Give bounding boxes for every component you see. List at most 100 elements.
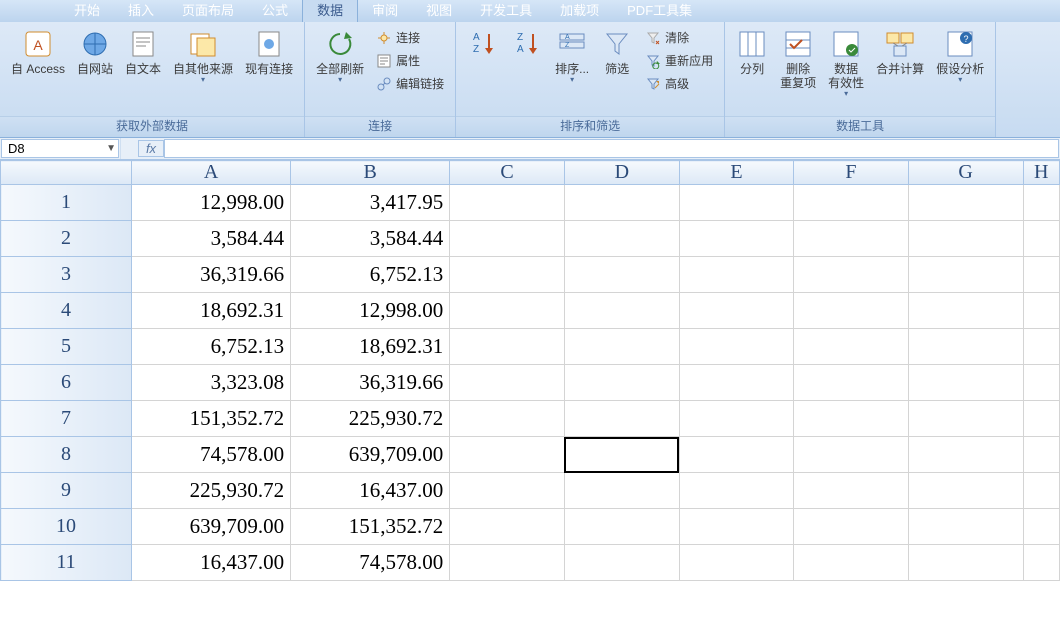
row-header-5[interactable]: 5	[1, 329, 132, 365]
cell-B8[interactable]: 639,709.00	[291, 437, 450, 473]
cell-D10[interactable]	[564, 509, 679, 545]
data-validation-button[interactable]: 数据 有效性▾	[823, 24, 869, 99]
advanced-filter-button[interactable]: 高级	[640, 72, 718, 95]
cell-C6[interactable]	[450, 365, 565, 401]
refresh-all-button[interactable]: 全部刷新▾	[311, 24, 369, 85]
cell-A7[interactable]: 151,352.72	[132, 401, 291, 437]
cell-C2[interactable]	[450, 221, 565, 257]
from-web-button[interactable]: 自网站	[72, 24, 118, 77]
cell-C7[interactable]	[450, 401, 565, 437]
cell-G5[interactable]	[908, 329, 1023, 365]
column-header-H[interactable]: H	[1023, 161, 1059, 185]
cell-A6[interactable]: 3,323.08	[132, 365, 291, 401]
cell-B5[interactable]: 18,692.31	[291, 329, 450, 365]
cell-E6[interactable]	[679, 365, 794, 401]
cell-D8[interactable]	[564, 437, 679, 473]
tab-PDF工具集[interactable]: PDF工具集	[613, 0, 706, 22]
whatif-button[interactable]: ?假设分析▾	[931, 24, 989, 85]
cell-B3[interactable]: 6,752.13	[291, 257, 450, 293]
tab-插入[interactable]: 插入	[114, 0, 168, 22]
cell-E2[interactable]	[679, 221, 794, 257]
cell-D7[interactable]	[564, 401, 679, 437]
cell-F6[interactable]	[794, 365, 908, 401]
tab-开始[interactable]: 开始	[60, 0, 114, 22]
cell-H4[interactable]	[1023, 293, 1059, 329]
cell-D5[interactable]	[564, 329, 679, 365]
cell-F3[interactable]	[794, 257, 908, 293]
column-header-C[interactable]: C	[450, 161, 565, 185]
cell-A8[interactable]: 74,578.00	[132, 437, 291, 473]
cell-A11[interactable]: 16,437.00	[132, 545, 291, 581]
cell-C9[interactable]	[450, 473, 565, 509]
row-header-10[interactable]: 10	[1, 509, 132, 545]
cell-H10[interactable]	[1023, 509, 1059, 545]
cell-C3[interactable]	[450, 257, 565, 293]
cell-E8[interactable]	[679, 437, 794, 473]
cell-B4[interactable]: 12,998.00	[291, 293, 450, 329]
cell-D3[interactable]	[564, 257, 679, 293]
tab-视图[interactable]: 视图	[412, 0, 466, 22]
cell-D1[interactable]	[564, 185, 679, 221]
from-access-button[interactable]: A自 Access	[6, 24, 70, 77]
column-header-A[interactable]: A	[132, 161, 291, 185]
filter-button[interactable]: 筛选	[596, 24, 638, 77]
column-header-G[interactable]: G	[908, 161, 1023, 185]
cell-A2[interactable]: 3,584.44	[132, 221, 291, 257]
row-header-4[interactable]: 4	[1, 293, 132, 329]
cell-F8[interactable]	[794, 437, 908, 473]
edit-links-button[interactable]: 编辑链接	[371, 72, 449, 95]
cell-H7[interactable]	[1023, 401, 1059, 437]
sort-button[interactable]: AZ排序...▾	[550, 24, 594, 85]
from-text-button[interactable]: 自文本	[120, 24, 166, 77]
cell-G2[interactable]	[908, 221, 1023, 257]
cell-G3[interactable]	[908, 257, 1023, 293]
cell-F5[interactable]	[794, 329, 908, 365]
text-to-columns-button[interactable]: 分列	[731, 24, 773, 77]
cell-B2[interactable]: 3,584.44	[291, 221, 450, 257]
clear-filter-button[interactable]: 清除	[640, 26, 718, 49]
cell-B6[interactable]: 36,319.66	[291, 365, 450, 401]
fx-button[interactable]: fx	[138, 140, 164, 157]
cell-C5[interactable]	[450, 329, 565, 365]
cell-F1[interactable]	[794, 185, 908, 221]
cell-E11[interactable]	[679, 545, 794, 581]
connections-button[interactable]: 连接	[371, 26, 449, 49]
cell-A1[interactable]: 12,998.00	[132, 185, 291, 221]
column-header-B[interactable]: B	[291, 161, 450, 185]
row-header-1[interactable]: 1	[1, 185, 132, 221]
properties-button[interactable]: 属性	[371, 49, 449, 72]
cell-B10[interactable]: 151,352.72	[291, 509, 450, 545]
consolidate-button[interactable]: 合并计算	[871, 24, 929, 77]
cell-F2[interactable]	[794, 221, 908, 257]
cell-E9[interactable]	[679, 473, 794, 509]
cell-H11[interactable]	[1023, 545, 1059, 581]
cell-H1[interactable]	[1023, 185, 1059, 221]
cell-G1[interactable]	[908, 185, 1023, 221]
cell-G6[interactable]	[908, 365, 1023, 401]
cell-B7[interactable]: 225,930.72	[291, 401, 450, 437]
cell-F10[interactable]	[794, 509, 908, 545]
cell-D6[interactable]	[564, 365, 679, 401]
cell-H8[interactable]	[1023, 437, 1059, 473]
sort-asc-button[interactable]: AZ	[462, 24, 504, 63]
tab-加载项[interactable]: 加载项	[546, 0, 613, 22]
cell-A10[interactable]: 639,709.00	[132, 509, 291, 545]
existing-conn-button[interactable]: 现有连接	[240, 24, 298, 77]
tab-公式[interactable]: 公式	[248, 0, 302, 22]
row-header-9[interactable]: 9	[1, 473, 132, 509]
cell-B11[interactable]: 74,578.00	[291, 545, 450, 581]
chevron-down-icon[interactable]: ▼	[106, 143, 116, 154]
cell-C10[interactable]	[450, 509, 565, 545]
cell-C4[interactable]	[450, 293, 565, 329]
column-header-D[interactable]: D	[564, 161, 679, 185]
remove-duplicates-button[interactable]: 删除 重复项	[775, 24, 821, 91]
cell-G10[interactable]	[908, 509, 1023, 545]
row-header-11[interactable]: 11	[1, 545, 132, 581]
cell-G4[interactable]	[908, 293, 1023, 329]
cell-F9[interactable]	[794, 473, 908, 509]
select-all-corner[interactable]	[1, 161, 132, 185]
worksheet[interactable]: ABCDEFGH 112,998.003,417.9523,584.443,58…	[0, 160, 1060, 629]
cell-E4[interactable]	[679, 293, 794, 329]
from-other-button[interactable]: 自其他来源▾	[168, 24, 238, 85]
cell-B1[interactable]: 3,417.95	[291, 185, 450, 221]
